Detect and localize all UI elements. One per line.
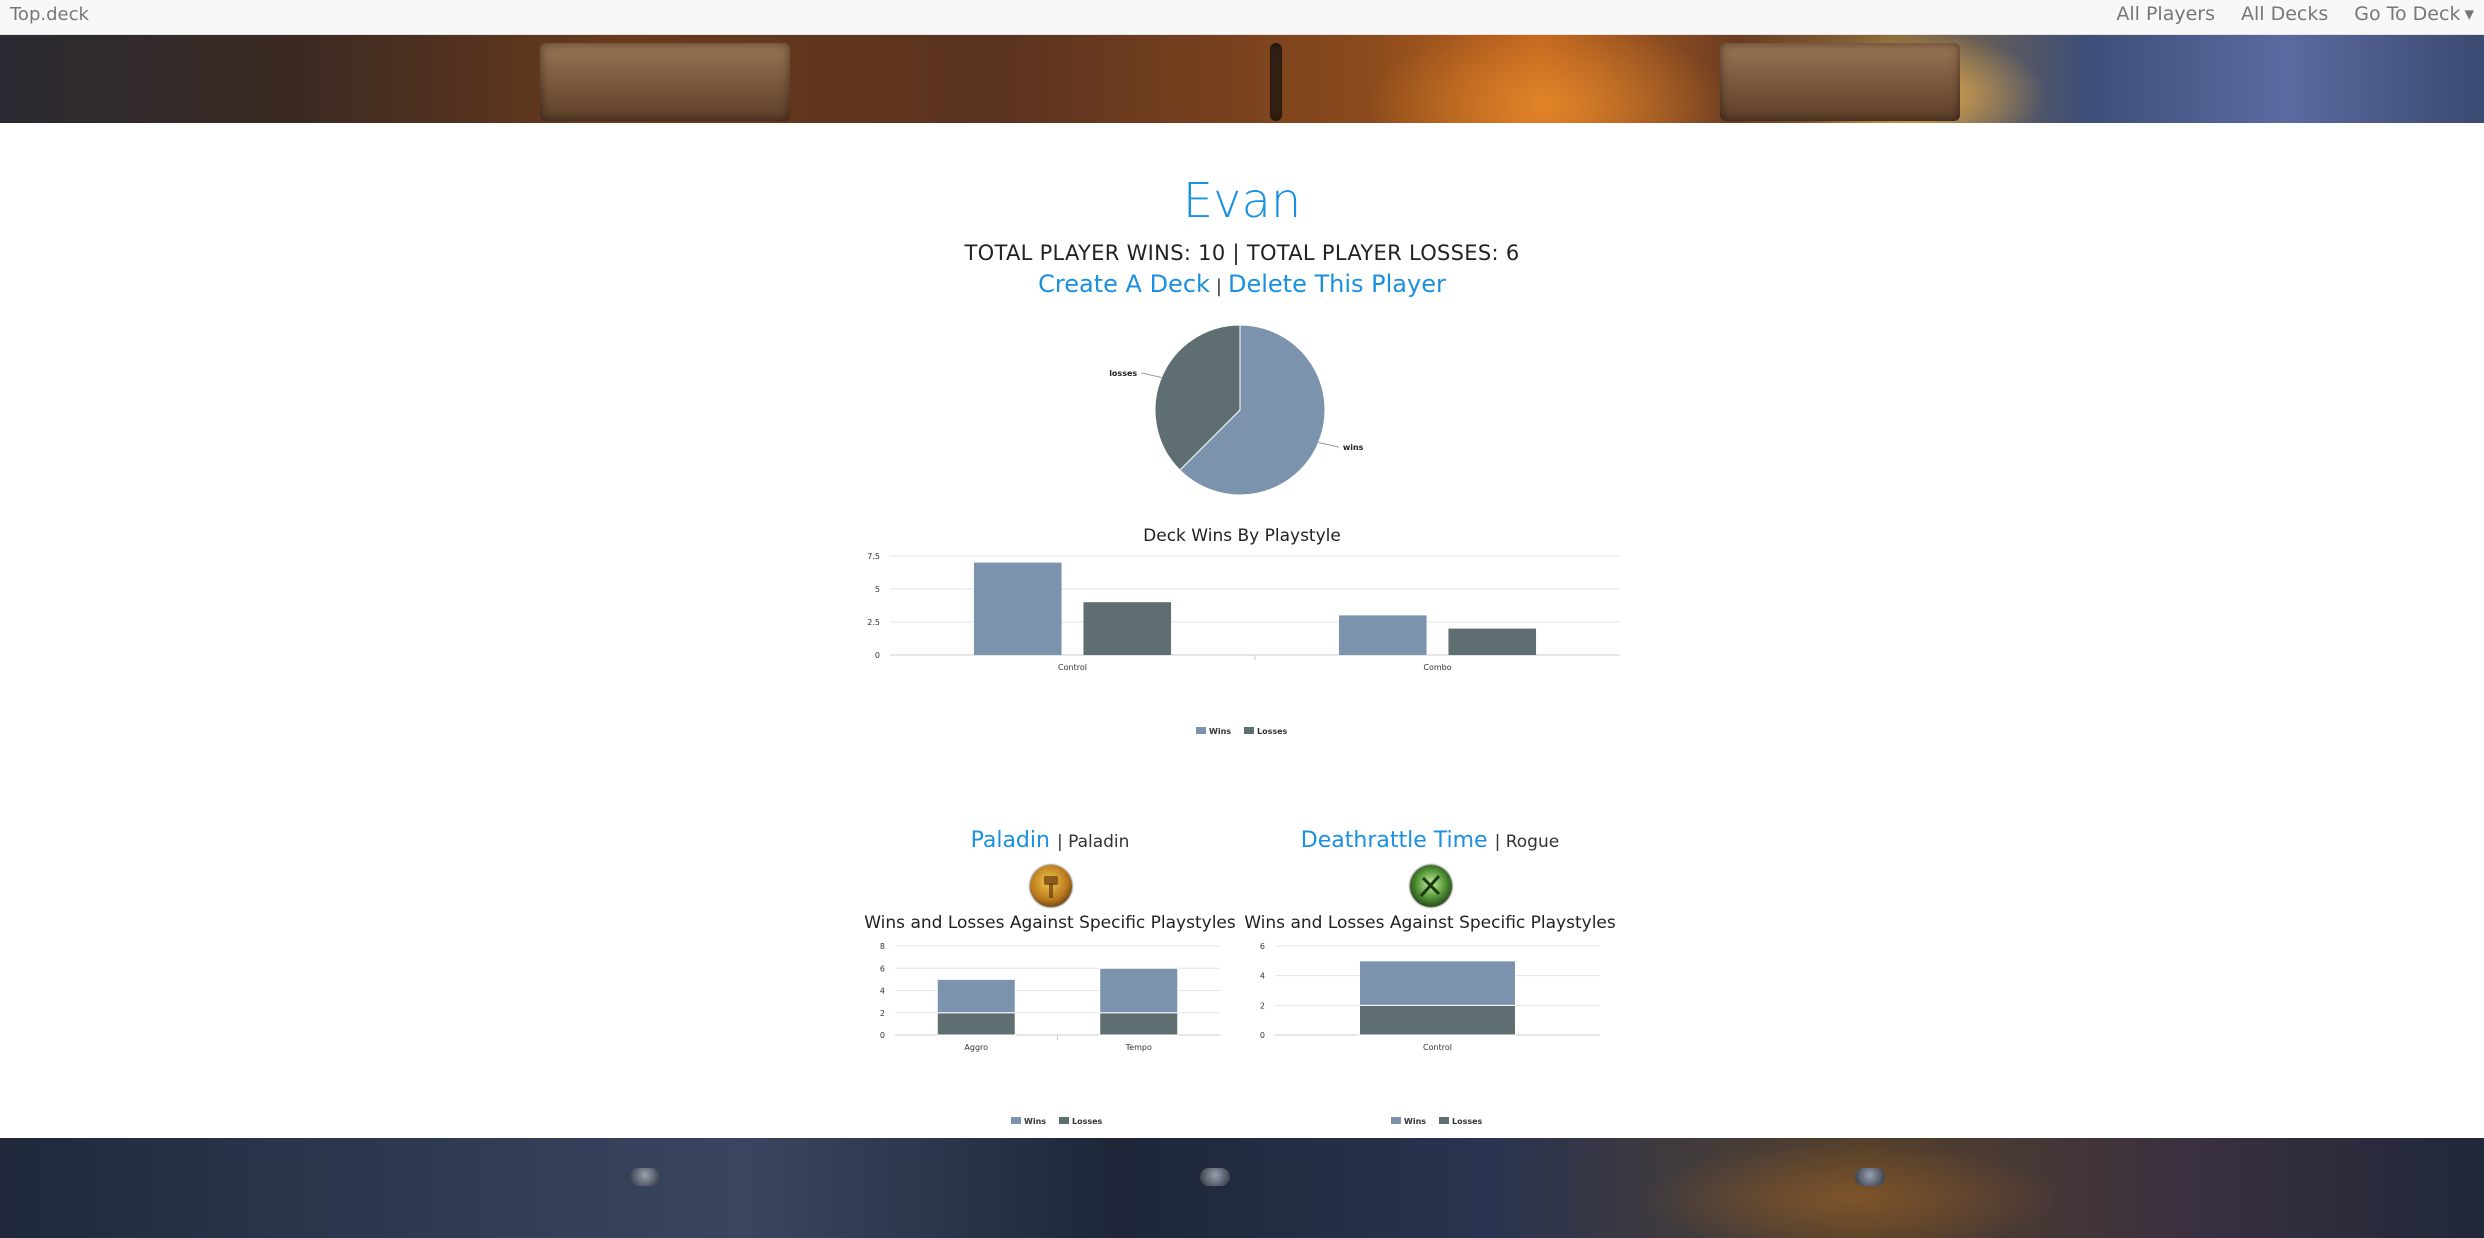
player-name: Evan (1182, 173, 1302, 229)
legend-swatch (1439, 1117, 1449, 1124)
legend-swatch (1011, 1117, 1021, 1124)
pie-label-leader (1318, 442, 1339, 448)
banner-wood-seam (1270, 43, 1282, 121)
playstyle-chart-title: Deck Wins By Playstyle (1143, 526, 1341, 546)
y-tick-label: 0 (880, 1031, 885, 1040)
nav-links: All Players All Decks Go To Deck ▾ (2116, 3, 2484, 25)
x-tick-label: Combo (1423, 663, 1451, 672)
playstyle-chart-legend: Wins Losses (1196, 727, 1288, 736)
y-tick-label: 4 (880, 987, 885, 996)
y-tick-label: 6 (1260, 942, 1265, 951)
x-tick-label: Control (1058, 663, 1087, 672)
banner-ornament (630, 1168, 660, 1186)
y-tick-label: 2.5 (867, 618, 880, 627)
legend-label: Losses (1072, 1117, 1103, 1126)
bar-segment (936, 1012, 1016, 1036)
y-tick-label: 5 (875, 585, 880, 594)
deck-name-link[interactable]: Deathrattle Time (1301, 828, 1488, 853)
deck-class-label: | Paladin (1056, 832, 1130, 852)
y-tick-label: 2 (880, 1009, 885, 1018)
rogue-class-icon (1410, 865, 1452, 907)
bar (1083, 602, 1172, 655)
paladin-class-icon (1030, 865, 1072, 907)
legend-label: Wins (1404, 1117, 1426, 1126)
player-page-content: Evan TOTAL PLAYER WINS: 10 | TOTAL PLAYE… (0, 123, 2484, 1138)
y-tick-label: 2 (1260, 1001, 1265, 1010)
banner-ornament (1855, 1168, 1885, 1186)
legend-swatch (1059, 1117, 1069, 1124)
bar-segment (1359, 960, 1516, 1006)
playstyle-bar-chart: 0 2.5 5 7.5 Control Combo (867, 552, 1620, 672)
paladin-hammer-glyph (1044, 876, 1058, 898)
deck-playstyle-stacked-chart: 0 2 4 6 8 Aggro Tempo (880, 942, 1220, 1052)
bar (1448, 628, 1537, 655)
y-tick-label: 0 (875, 651, 880, 660)
banner-wood-plank (540, 43, 790, 121)
nav-go-to-deck-dropdown[interactable]: Go To Deck ▾ (2354, 3, 2474, 25)
legend-swatch (1196, 727, 1206, 734)
banner-ornament (1200, 1168, 1230, 1186)
bar (1338, 615, 1427, 655)
y-tick-label: 4 (1260, 972, 1265, 981)
bar-segment (1359, 1004, 1516, 1036)
pie-slice-label: losses (1109, 369, 1137, 378)
player-totals: TOTAL PLAYER WINS: 10 | TOTAL PLAYER LOS… (964, 241, 1520, 265)
action-separator: | (1215, 276, 1222, 297)
y-tick-label: 6 (880, 964, 885, 973)
legend-swatch (1244, 727, 1254, 734)
footer-banner-image (0, 1138, 2484, 1238)
header-banner-image (0, 35, 2484, 123)
x-tick-label: Tempo (1125, 1043, 1152, 1052)
create-deck-link[interactable]: Create A Deck (1038, 270, 1210, 298)
top-navbar: Top.deck All Players All Decks Go To Dec… (0, 0, 2484, 35)
pie-label-leader (1141, 372, 1162, 378)
win-loss-pie-chart: wins losses (1109, 324, 1364, 496)
brand-link[interactable]: Top.deck (10, 4, 89, 25)
bar-segment (936, 978, 1016, 1014)
deck-chart-legend: Wins Losses (1011, 1117, 1103, 1126)
nav-all-decks[interactable]: All Decks (2241, 3, 2328, 25)
deck-class-label: | Rogue (1494, 832, 1560, 852)
rogue-dagger-glyph (1419, 874, 1441, 898)
pie-slice-label: wins (1343, 443, 1364, 452)
bar-segment (1099, 1012, 1179, 1036)
deck-card-header: Deathrattle Time | Rogue (1220, 828, 1640, 853)
bar-segment (1099, 967, 1179, 1014)
nav-go-to-deck-label: Go To Deck (2354, 3, 2461, 25)
nav-all-players[interactable]: All Players (2116, 3, 2215, 25)
bar (973, 562, 1062, 655)
x-tick-label: Control (1423, 1043, 1452, 1052)
deck-chart-subtitle: Wins and Losses Against Specific Playsty… (1244, 913, 1616, 933)
y-tick-label: 7.5 (867, 552, 880, 561)
delete-player-link[interactable]: Delete This Player (1228, 270, 1446, 298)
y-tick-label: 0 (1260, 1031, 1265, 1040)
banner-wood-plank (1720, 43, 1960, 121)
legend-label: Losses (1452, 1117, 1483, 1126)
deck-chart-subtitle: Wins and Losses Against Specific Playsty… (864, 913, 1236, 933)
player-actions: Create A Deck | Delete This Player (0, 270, 2484, 298)
legend-label: Wins (1024, 1117, 1046, 1126)
deck-name-link[interactable]: Paladin (971, 828, 1050, 853)
deck-chart-legend: Wins Losses (1391, 1117, 1483, 1126)
y-tick-label: 8 (880, 942, 885, 951)
legend-swatch (1391, 1117, 1401, 1124)
legend-label: Losses (1257, 727, 1288, 736)
x-tick-label: Aggro (964, 1043, 988, 1052)
deck-playstyle-stacked-chart: 0 2 4 6 Control (1260, 942, 1600, 1052)
deck-card-header: Paladin | Paladin (840, 828, 1260, 853)
legend-label: Wins (1209, 727, 1231, 736)
chevron-down-icon: ▾ (2464, 3, 2474, 25)
